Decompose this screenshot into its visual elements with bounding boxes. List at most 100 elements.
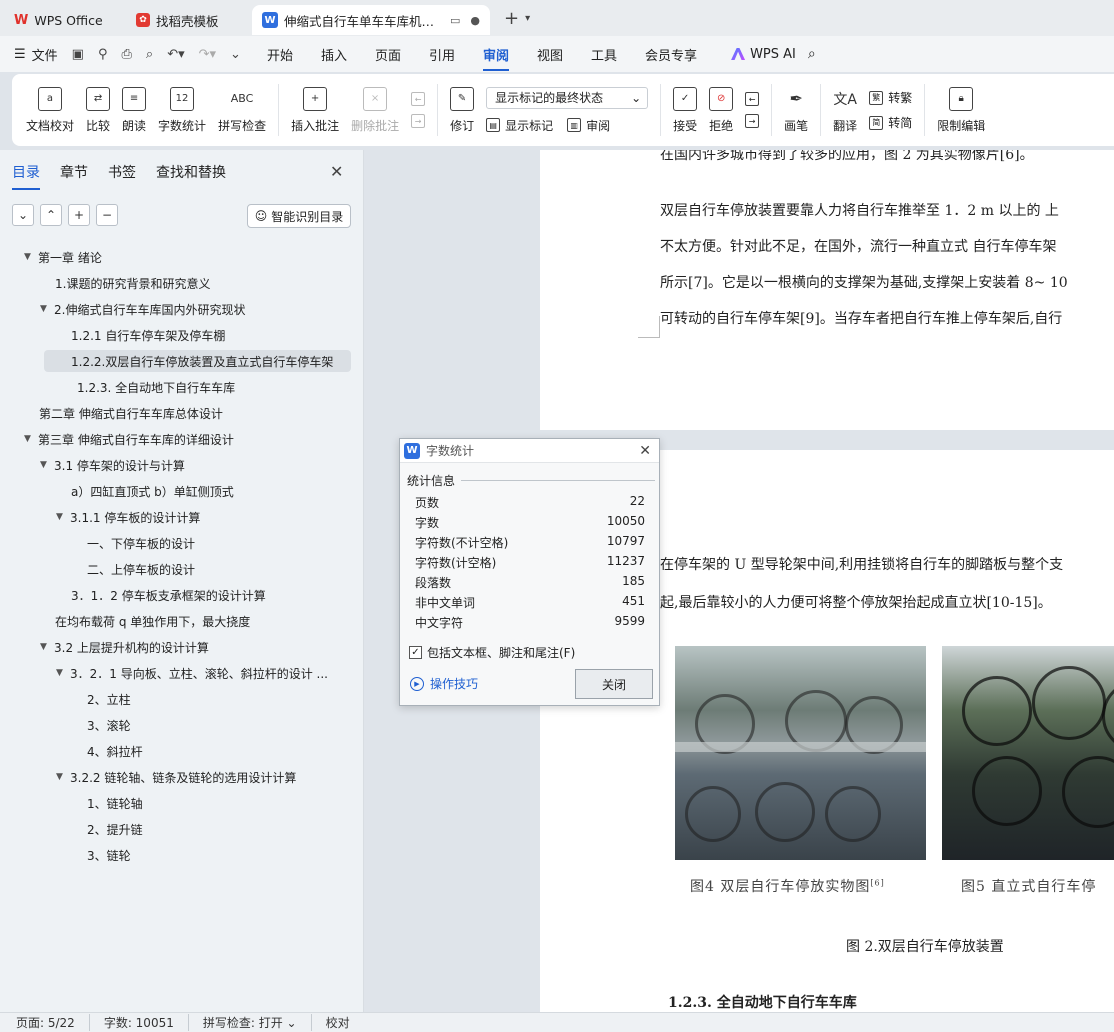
toc-item[interactable]: 在均布载荷 q 单独作用下，最大挠度 bbox=[55, 610, 250, 632]
window-icon[interactable]: ▭ bbox=[450, 14, 460, 27]
nav-tab-find-replace[interactable]: 查找和替换 bbox=[156, 162, 226, 182]
toc-item[interactable]: 1、链轮轴 bbox=[87, 792, 143, 814]
undo-icon[interactable]: ↶▾ bbox=[167, 47, 184, 62]
menu-review[interactable]: 审阅 bbox=[483, 45, 510, 71]
menu-member[interactable]: 会员专享 bbox=[645, 45, 697, 64]
smart-toc-button[interactable]: ☺ 智能识别目录 bbox=[247, 204, 351, 228]
read-aloud-button[interactable]: ≡ 朗读 bbox=[116, 80, 152, 140]
toc-item-selected[interactable]: 1.2.2.双层自行车停放装置及直立式自行车停车架 bbox=[44, 350, 351, 372]
toc-item[interactable]: ▼ 3.2.2 链轮轴、链条及链轮的选用设计计算 bbox=[56, 766, 296, 788]
close-icon[interactable]: ✕ bbox=[639, 443, 651, 459]
more-icon[interactable]: ⌄ bbox=[230, 47, 241, 62]
wps-ai-button[interactable]: WPS AI bbox=[731, 47, 796, 62]
to-simplified-button[interactable]: 简转简 bbox=[869, 114, 912, 131]
compare-button[interactable]: ⇄ 比较 bbox=[80, 80, 116, 140]
toc-item[interactable]: ▼ 3.2 上层提升机构的设计计算 bbox=[40, 636, 209, 658]
toc-item[interactable]: 3、滚轮 bbox=[87, 714, 131, 736]
redo-icon[interactable]: ↷▾ bbox=[199, 47, 216, 62]
toc-item[interactable]: 1.课题的研究背景和研究意义 bbox=[55, 272, 210, 294]
prev-change-button[interactable]: ← bbox=[745, 92, 760, 106]
toc-item[interactable]: 2、提升链 bbox=[87, 818, 143, 840]
toc-item[interactable]: 2、立柱 bbox=[87, 688, 131, 710]
show-markup-button[interactable]: ▤ 显示标记 bbox=[486, 117, 553, 134]
translate-button[interactable]: 文A 翻译 bbox=[827, 80, 863, 140]
caret-down-icon[interactable]: ▼ bbox=[24, 252, 38, 262]
tab-template[interactable]: ✿ 找稻壳模板 bbox=[126, 5, 252, 35]
word-count-button[interactable]: 12 字数统计 bbox=[152, 80, 212, 140]
tips-link[interactable]: ▶ 操作技巧 bbox=[410, 675, 478, 692]
close-dot-icon[interactable]: ● bbox=[470, 14, 480, 27]
review-pane-button[interactable]: ▥ 审阅 bbox=[567, 117, 610, 134]
caret-down-icon[interactable]: ▼ bbox=[40, 642, 54, 652]
menu-references[interactable]: 引用 bbox=[429, 45, 455, 64]
checkbox-checked-icon[interactable]: ✓ bbox=[409, 646, 422, 659]
nav-tab-toc[interactable]: 目录 bbox=[12, 162, 40, 190]
save-icon[interactable]: ▣ bbox=[72, 47, 84, 62]
toc-item[interactable]: a）四缸直顶式 b）单缸侧顶式 bbox=[71, 480, 234, 502]
toc-item[interactable]: 3．1．2 停车板支承框架的设计计算 bbox=[71, 584, 266, 606]
toc-item[interactable]: 1.2.3. 全自动地下自行车车库 bbox=[77, 376, 235, 398]
toc-item[interactable]: 4、斜拉杆 bbox=[87, 740, 143, 762]
chevron-down-icon[interactable]: ▾ bbox=[525, 13, 530, 24]
caret-down-icon[interactable]: ▼ bbox=[24, 434, 38, 444]
toc-item[interactable]: 1.2.1 自行车停车架及停车棚 bbox=[71, 324, 225, 346]
menu-home[interactable]: 开始 bbox=[267, 45, 293, 64]
document-page[interactable]: 在国内许多城市得到了较多的应用，图 2 为其实物像片[6]。 双层自行车停放装置… bbox=[540, 150, 1114, 430]
tab-document[interactable]: W 伸缩式自行车单车车库机械设计 ▭ ● bbox=[252, 5, 490, 35]
toc-item[interactable]: 第二章 伸缩式自行车车库总体设计 bbox=[39, 402, 223, 424]
share-icon[interactable]: ⚲ bbox=[98, 47, 108, 62]
insert-comment-button[interactable]: + 插入批注 bbox=[285, 80, 345, 140]
spell-check-button[interactable]: ABC 拼写检查 bbox=[212, 80, 272, 140]
toc-item[interactable]: ▼ 第一章 绪论 bbox=[24, 246, 102, 268]
chevron-up-icon[interactable]: ⌃ bbox=[40, 204, 62, 226]
menu-page[interactable]: 页面 bbox=[375, 45, 401, 64]
toc-item[interactable]: 3、链轮 bbox=[87, 844, 131, 866]
nav-tab-bookmarks[interactable]: 书签 bbox=[108, 162, 136, 182]
minus-icon[interactable]: − bbox=[96, 204, 118, 226]
next-comment-button[interactable]: → bbox=[411, 114, 426, 128]
nav-tab-sections[interactable]: 章节 bbox=[60, 162, 88, 182]
toc-item[interactable]: ▼ 3.1.1 停车板的设计计算 bbox=[56, 506, 200, 528]
plus-icon[interactable]: + bbox=[68, 204, 90, 226]
page-indicator[interactable]: 页面: 5/22 bbox=[16, 1014, 90, 1031]
close-icon[interactable]: ✕ bbox=[330, 162, 343, 181]
markup-mode-select[interactable]: 显示标记的最终状态 ⌄ bbox=[486, 86, 649, 109]
proof-indicator[interactable]: 校对 bbox=[326, 1014, 364, 1031]
toc-item[interactable]: ▼ 2.伸缩式自行车车库国内外研究现状 bbox=[40, 298, 245, 320]
accept-button[interactable]: ✓ 接受 bbox=[667, 80, 703, 140]
next-change-button[interactable]: → bbox=[745, 114, 760, 128]
toc-item[interactable]: 二、上停车板的设计 bbox=[87, 558, 195, 580]
word-count-indicator[interactable]: 字数: 10051 bbox=[104, 1014, 189, 1031]
doc-check-button[interactable]: a 文档校对 bbox=[20, 80, 80, 140]
prev-comment-button[interactable]: ← bbox=[411, 92, 426, 106]
delete-comment-button[interactable]: × 删除批注 bbox=[345, 80, 405, 140]
chevron-down-icon[interactable]: ⌄ bbox=[12, 204, 34, 226]
pen-button[interactable]: ✒ 画笔 bbox=[778, 80, 814, 140]
caret-down-icon[interactable]: ▼ bbox=[56, 772, 70, 782]
toc-item[interactable]: ▼ 3．2．1 导向板、立柱、滚轮、斜拉杆的设计 ... bbox=[56, 662, 328, 684]
menu-insert[interactable]: 插入 bbox=[321, 45, 347, 64]
include-textbox-checkbox[interactable]: ✓ 包括文本框、脚注和尾注(F) bbox=[409, 644, 575, 661]
tab-wps-office[interactable]: W WPS Office bbox=[4, 5, 126, 35]
file-menu[interactable]: ☰ 文件 bbox=[14, 45, 58, 64]
caret-down-icon[interactable]: ▼ bbox=[56, 512, 70, 522]
caret-down-icon[interactable]: ▼ bbox=[40, 304, 54, 314]
new-tab-icon[interactable]: + bbox=[504, 8, 519, 29]
toc-item[interactable]: ▼ 第三章 伸缩式自行车车库的详细设计 bbox=[24, 428, 234, 450]
print-icon[interactable]: ⎙ bbox=[122, 47, 132, 62]
caret-down-icon[interactable]: ▼ bbox=[56, 668, 70, 678]
menu-tools[interactable]: 工具 bbox=[591, 45, 617, 64]
print-preview-icon[interactable]: ⌕ bbox=[146, 47, 153, 62]
dialog-titlebar[interactable]: W 字数统计 ✕ bbox=[400, 439, 659, 463]
spell-check-indicator[interactable]: 拼写检查: 打开 ⌄ bbox=[203, 1014, 312, 1031]
close-button[interactable]: 关闭 bbox=[575, 669, 653, 699]
caret-down-icon[interactable]: ▼ bbox=[40, 460, 54, 470]
toc-item[interactable]: 一、下停车板的设计 bbox=[87, 532, 195, 554]
reject-button[interactable]: ⊘ 拒绝 bbox=[703, 80, 739, 140]
revise-button[interactable]: ✎ 修订 bbox=[444, 80, 480, 140]
search-icon[interactable]: ⌕ bbox=[808, 46, 816, 62]
restrict-edit-button[interactable]: 🔒︎ 限制编辑 bbox=[931, 80, 991, 140]
to-traditional-button[interactable]: 繁转繁 bbox=[869, 89, 912, 106]
toc-item[interactable]: ▼ 3.1 停车架的设计与计算 bbox=[40, 454, 185, 476]
menu-view[interactable]: 视图 bbox=[537, 45, 563, 64]
